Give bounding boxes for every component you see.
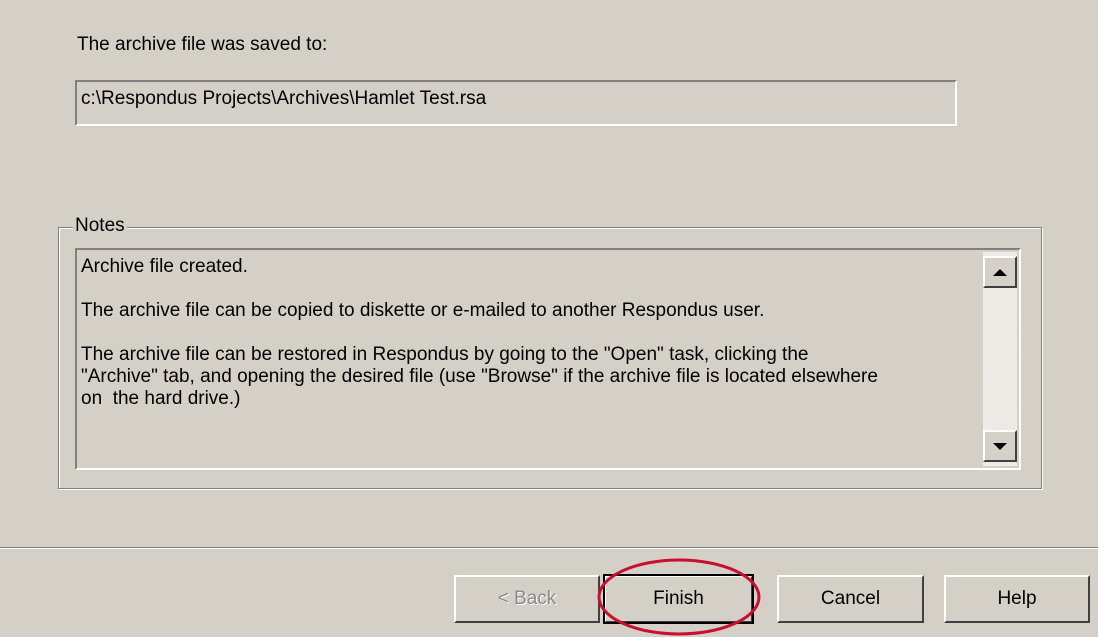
arrow-down-icon bbox=[993, 442, 1007, 450]
back-button[interactable]: < Back bbox=[454, 575, 600, 623]
arrow-up-icon bbox=[993, 268, 1007, 276]
scroll-up-button[interactable] bbox=[983, 256, 1017, 288]
notes-textarea[interactable]: Archive file created. The archive file c… bbox=[75, 248, 1021, 470]
archive-path-field[interactable]: c:\Respondus Projects\Archives\Hamlet Te… bbox=[75, 80, 957, 126]
scroll-down-button[interactable] bbox=[983, 430, 1017, 462]
finish-button[interactable]: Finish bbox=[603, 574, 754, 624]
notes-scrollbar[interactable] bbox=[983, 252, 1017, 466]
notes-text: Archive file created. The archive file c… bbox=[81, 256, 878, 409]
saved-to-label: The archive file was saved to: bbox=[77, 34, 328, 55]
footer-separator bbox=[0, 547, 1098, 549]
help-button[interactable]: Help bbox=[944, 575, 1090, 623]
notes-legend: Notes bbox=[73, 215, 127, 237]
cancel-button[interactable]: Cancel bbox=[777, 575, 924, 623]
